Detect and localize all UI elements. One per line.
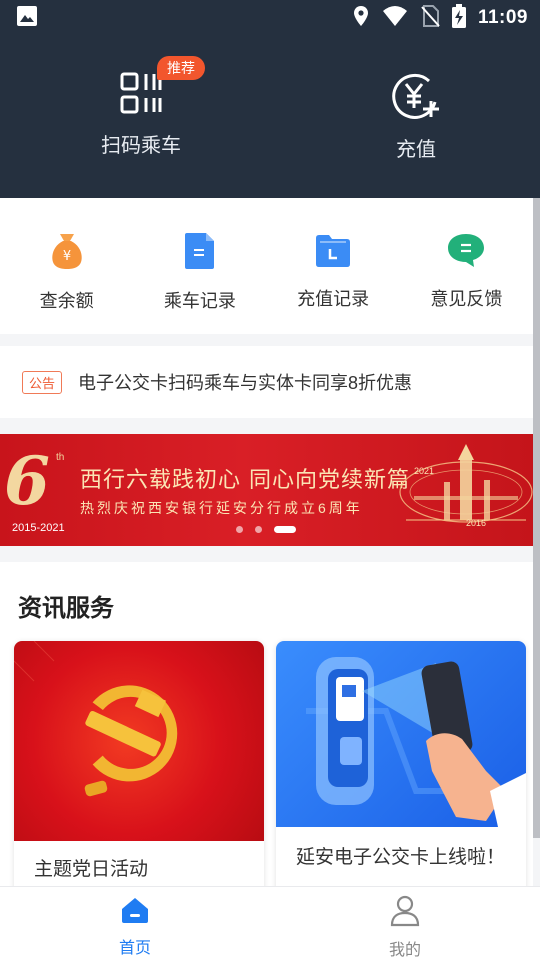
announcement-bar[interactable]: 公告 电子公交卡扫码乘车与实体卡同享8折优惠: [0, 346, 533, 418]
quick-item-feedback[interactable]: 意见反馈: [400, 198, 533, 334]
announcement-text[interactable]: 电子公交卡扫码乘车与实体卡同享8折优惠: [78, 369, 412, 395]
announcement-tag: 公告: [22, 370, 63, 394]
party-emblem-image: [14, 641, 264, 841]
quick-item-recharge-records[interactable]: 充值记录: [267, 198, 400, 334]
scan-ride-label: 扫码乘车: [101, 135, 181, 157]
top-header: 11:09 推荐 扫码乘车 充值: [0, 0, 540, 198]
yuan-plus-icon: [391, 72, 441, 127]
banner-year-2021: 2021: [414, 466, 435, 476]
quick-item-label: 查余额: [39, 291, 94, 311]
location-icon: [352, 5, 370, 32]
scrollbar[interactable]: [533, 198, 540, 838]
banner-tower-graphic: [396, 436, 540, 546]
news-section: 资讯服务 主题党日活动 延安电子公交卡上线啦！: [0, 562, 533, 901]
recommend-badge: 推荐: [157, 56, 205, 80]
no-sim-icon: [420, 4, 440, 32]
chat-icon: [447, 232, 485, 273]
banner-year-2016: 2016: [466, 518, 487, 528]
document-icon: [184, 232, 216, 275]
news-card[interactable]: 主题党日活动: [14, 641, 264, 901]
status-time: 11:09: [477, 7, 528, 28]
nav-home[interactable]: 首页: [0, 887, 270, 960]
news-section-title: 资讯服务: [18, 595, 114, 622]
news-card-caption: 主题党日活动: [34, 859, 149, 880]
nav-home-label: 首页: [118, 940, 151, 957]
recharge-button[interactable]: 充值: [336, 72, 496, 162]
battery-charging-icon: [451, 3, 466, 33]
home-icon: [120, 895, 150, 930]
nav-mine[interactable]: 我的: [270, 887, 540, 960]
recharge-label: 充值: [396, 139, 436, 161]
folder-icon: [314, 232, 352, 273]
user-icon: [390, 895, 420, 932]
banner-dot[interactable]: [236, 526, 243, 533]
wifi-icon: [382, 5, 408, 32]
quick-item-balance[interactable]: ¥ 查余额: [0, 198, 133, 334]
phone-scan-image: [276, 641, 526, 827]
quick-item-label: 意见反馈: [430, 289, 503, 309]
banner-dot[interactable]: [255, 526, 262, 533]
scan-ride-button[interactable]: 推荐 扫码乘车: [61, 56, 221, 158]
news-card[interactable]: 延安电子公交卡上线啦！: [276, 641, 526, 901]
image-icon: [16, 5, 38, 32]
quick-menu: ¥ 查余额 乘车记录 充值记录 意见反馈: [0, 198, 533, 334]
bottom-nav: 首页 我的: [0, 886, 540, 960]
news-card-caption: 延安电子公交卡上线啦！: [296, 847, 506, 868]
banner-pagination: [236, 526, 296, 533]
banner-years: 2015-2021: [12, 522, 65, 534]
banner-dot-active[interactable]: [274, 526, 296, 533]
money-bag-icon: ¥: [50, 232, 84, 275]
banner-headline: 西行六载践初心 同心向党续新篇: [80, 468, 410, 493]
quick-item-label: 乘车记录: [163, 291, 236, 311]
quick-item-label: 充值记录: [297, 289, 370, 309]
nav-mine-label: 我的: [388, 942, 421, 959]
banner-subline: 热烈庆祝西安银行延安分行成立6周年: [80, 500, 363, 516]
promo-banner[interactable]: 6 th 2015-2021 西行六载践初心 同心向党续新篇 热烈庆祝西安银行延…: [0, 434, 540, 546]
status-bar: 11:09: [0, 0, 540, 36]
svg-text:¥: ¥: [62, 249, 70, 264]
qr-code-icon: [120, 72, 162, 119]
banner-number: 6: [4, 442, 50, 520]
banner-suffix: th: [56, 452, 65, 463]
quick-item-ride-records[interactable]: 乘车记录: [133, 198, 266, 334]
